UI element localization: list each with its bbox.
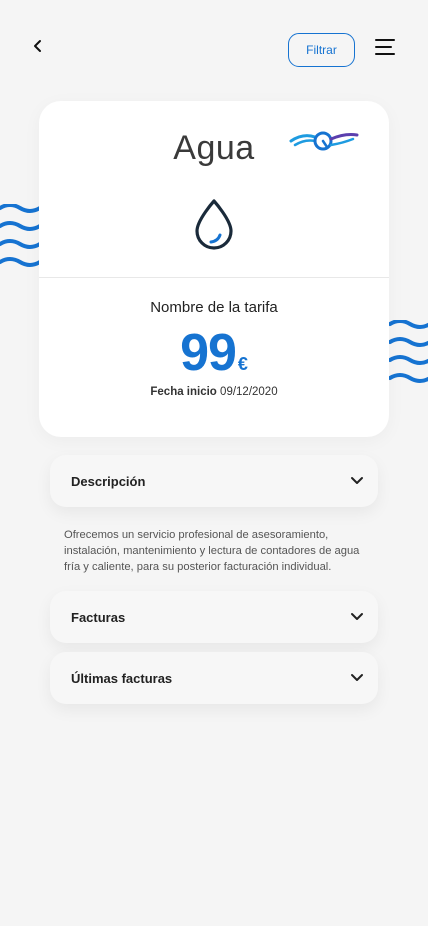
- waves-decoration-right: [388, 320, 428, 383]
- start-date: Fecha inicio 09/12/2020: [39, 386, 389, 398]
- description-text: Ofrecemos un servicio profesional de ase…: [64, 529, 360, 573]
- start-date-value: 09/12/2020: [220, 386, 278, 398]
- invoices-accordion[interactable]: Facturas: [50, 591, 378, 643]
- price-currency: €: [237, 354, 248, 374]
- card-divider: [39, 277, 389, 278]
- chevron-down-icon: [351, 613, 363, 620]
- price: 99 €: [39, 323, 389, 383]
- chevron-down-icon: [351, 477, 363, 484]
- start-date-label: Fecha inicio: [150, 386, 217, 398]
- description-accordion[interactable]: Descripción: [50, 455, 378, 507]
- tariff-name: Nombre de la tarifa: [150, 299, 278, 316]
- last-invoices-accordion[interactable]: Últimas facturas: [50, 652, 378, 704]
- hamburger-menu-icon: [375, 39, 395, 55]
- waves-decoration-left: [0, 204, 40, 267]
- menu-button[interactable]: [372, 36, 398, 58]
- back-button[interactable]: [26, 34, 50, 58]
- description-label: Descripción: [71, 473, 146, 489]
- water-drop-icon: [195, 199, 233, 250]
- brand-logo-icon: [289, 131, 359, 151]
- invoices-label: Facturas: [71, 609, 126, 625]
- tariff-card: Agua Nombre de la tarifa 99 € Fecha inici…: [39, 101, 389, 437]
- chevron-left-icon: [34, 40, 41, 52]
- chevron-down-icon: [351, 674, 363, 681]
- last-invoices-label: Últimas facturas: [71, 670, 173, 686]
- price-value: 99: [180, 324, 237, 382]
- filter-button[interactable]: Filtrar: [288, 33, 355, 67]
